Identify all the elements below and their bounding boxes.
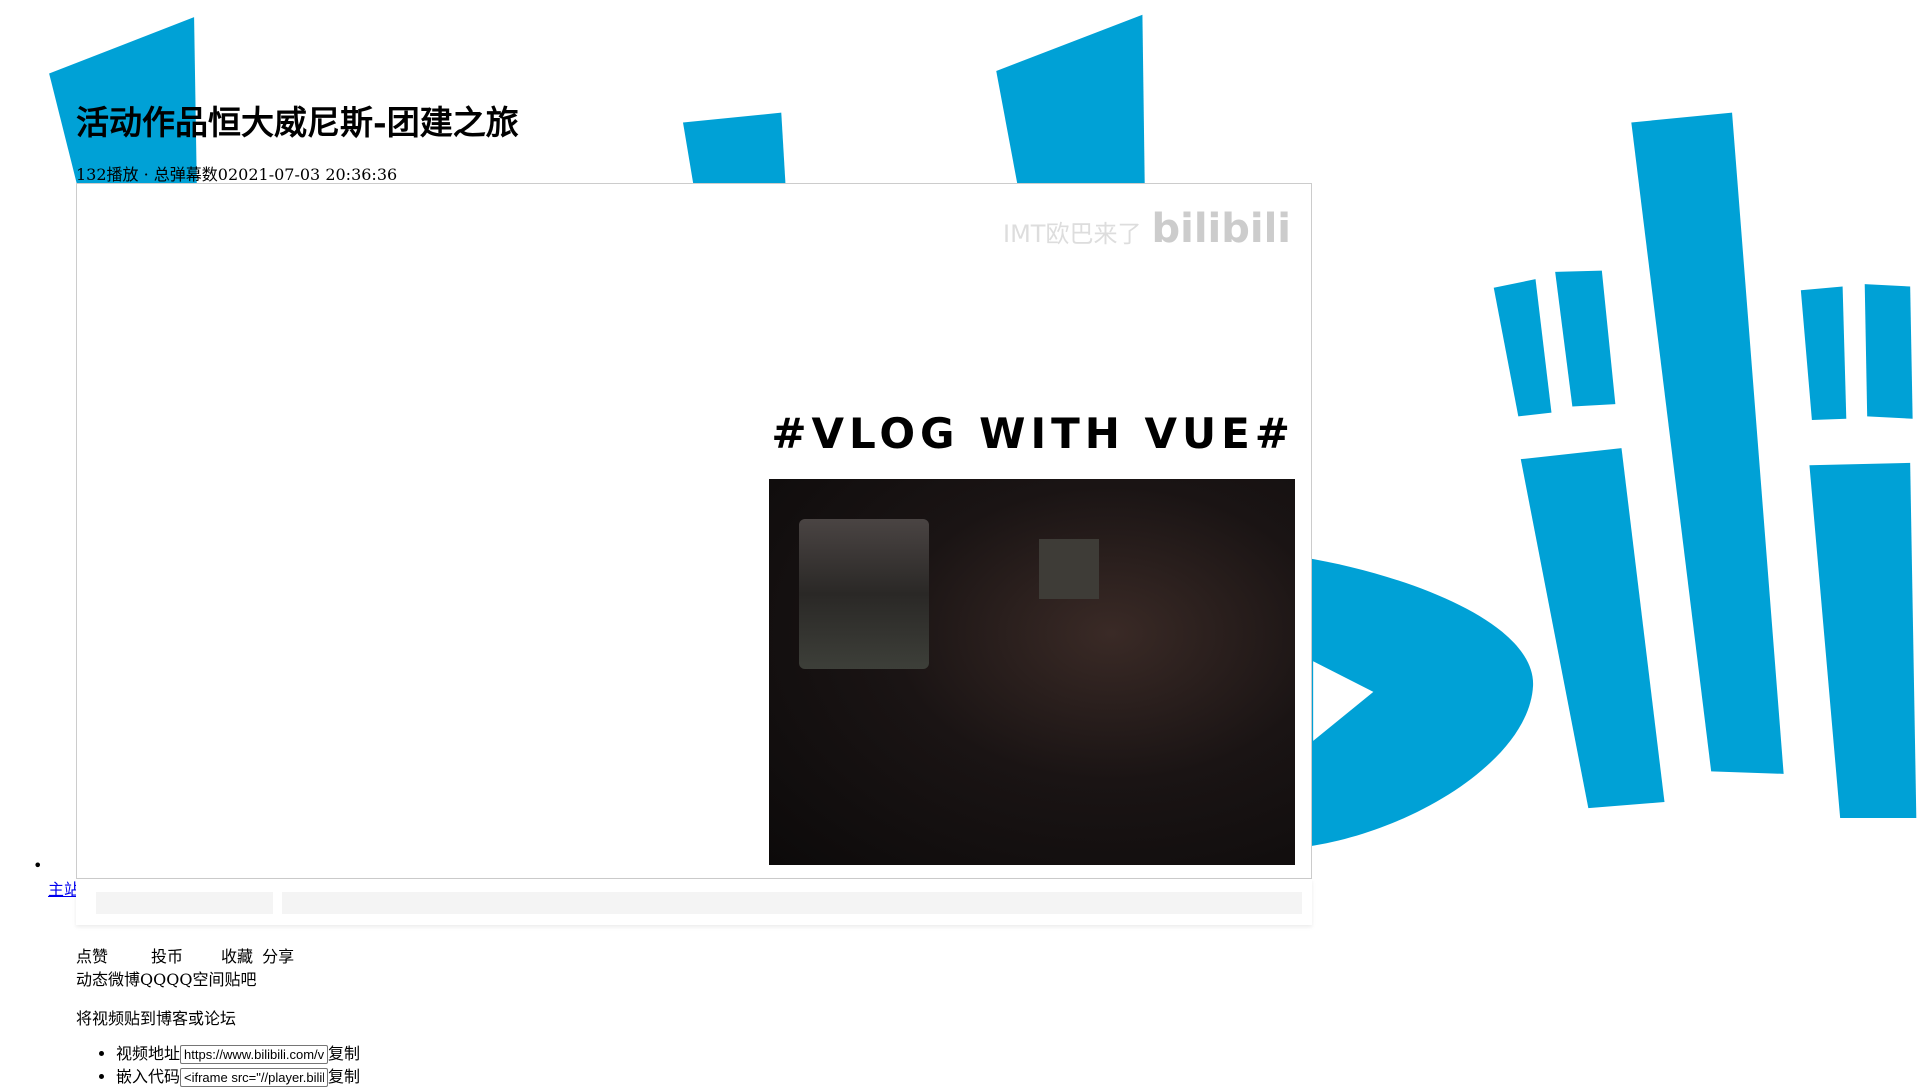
logo-bar: [1520, 448, 1665, 809]
list-item: 嵌入代码 复制: [116, 1063, 360, 1087]
like-button[interactable]: 点赞: [76, 943, 151, 967]
control-placeholder: [96, 892, 273, 914]
share-targets[interactable]: 动态微博QQQQ空间贴吧: [76, 966, 256, 990]
video-player[interactable]: IMT欧巴来了 bilibili #VLOG WITH VUE#: [76, 183, 1312, 879]
main-site-link[interactable]: 主站: [48, 876, 76, 900]
logo-bar: [1493, 279, 1552, 417]
video-meta: 132播放 · 总弹幕数02021-07-03 20:36:36: [76, 165, 398, 184]
action-bar: 点赞 投币 收藏 分享: [76, 943, 294, 967]
copy-button[interactable]: 复制: [328, 1067, 360, 1086]
watermark-logo: bilibili: [1151, 206, 1291, 252]
embed-list: 视频地址复制 嵌入代码复制: [76, 1040, 360, 1087]
logo-bar: [1800, 286, 1847, 420]
logo-stroke: [996, 14, 1145, 196]
logo-bar: [1631, 112, 1784, 774]
list-item: 视频地址 复制: [116, 1040, 360, 1064]
video-url-label: 视频地址: [116, 1044, 181, 1063]
frame-window: [1039, 539, 1099, 599]
watermark: IMT欧巴来了 bilibili: [1003, 206, 1291, 252]
video-overlay-text: #VLOG WITH VUE#: [771, 409, 1295, 458]
video-title: 活动作品恒大威尼斯-团建之旅: [76, 103, 519, 142]
video-frame: [769, 479, 1295, 865]
embed-code-label: 嵌入代码: [116, 1067, 181, 1086]
copy-button[interactable]: 复制: [328, 1044, 360, 1063]
progress-placeholder[interactable]: [282, 892, 1302, 914]
share-button[interactable]: 分享: [262, 943, 294, 967]
logo-bar: [1555, 270, 1616, 407]
logo-bar: [1809, 462, 1917, 818]
logo-bar: [1864, 284, 1913, 419]
watermark-text: IMT欧巴来了: [1003, 220, 1142, 248]
embed-title: 将视频贴到博客或论坛: [76, 1009, 237, 1028]
video-url-input[interactable]: [180, 1045, 329, 1064]
favorite-button[interactable]: 收藏: [221, 943, 257, 967]
coin-button[interactable]: 投币: [151, 943, 221, 967]
list-bullet: •: [33, 856, 43, 875]
frame-window: [799, 519, 929, 669]
embed-code-input[interactable]: [180, 1068, 329, 1087]
player-control-bar: [76, 879, 1312, 925]
